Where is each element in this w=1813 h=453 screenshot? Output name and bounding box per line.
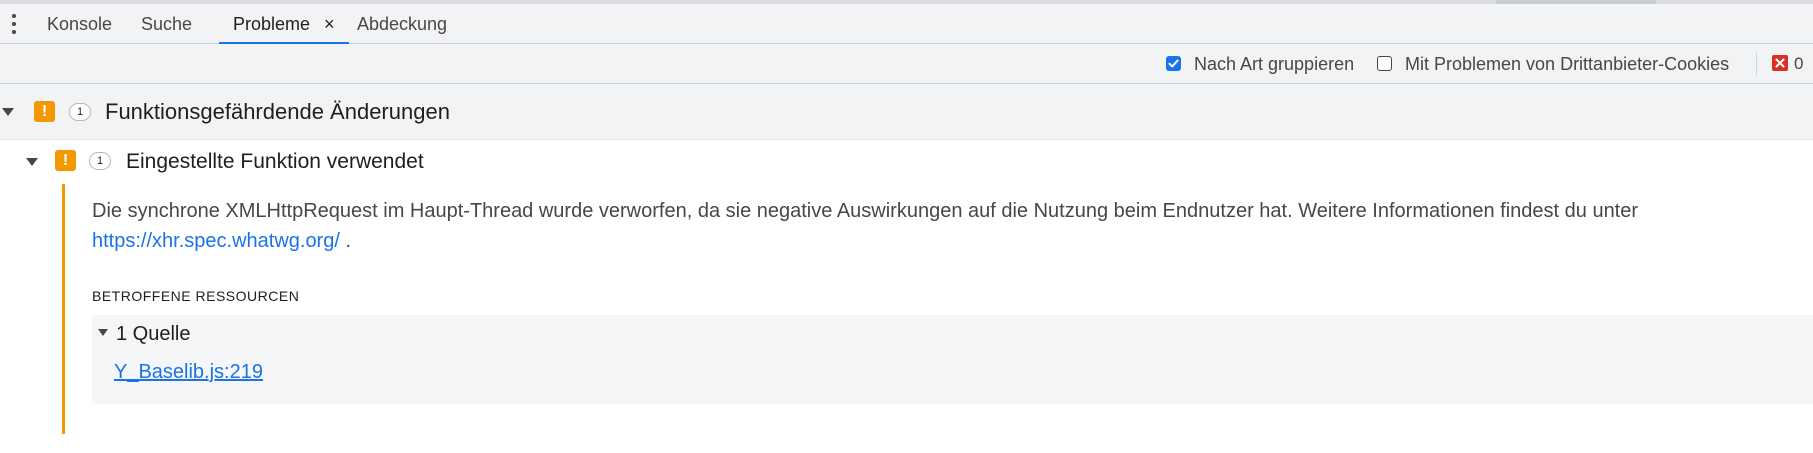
third-party-cookies-label[interactable]: Mit Problemen von Drittanbieter-Cookies bbox=[1405, 44, 1729, 84]
expand-triangle-icon[interactable] bbox=[98, 329, 108, 336]
drawer-tab-bar: Konsole Suche Probleme × Abdeckung bbox=[0, 4, 1813, 44]
close-icon[interactable]: × bbox=[324, 4, 335, 44]
expand-triangle-icon[interactable] bbox=[26, 158, 38, 166]
third-party-cookies-checkbox[interactable] bbox=[1377, 56, 1392, 71]
description-period: . bbox=[345, 230, 352, 252]
toolbar-divider bbox=[1756, 53, 1757, 75]
issue-category-header[interactable]: ! 1 Funktionsgefährdende Änderungen bbox=[0, 84, 1813, 140]
category-count-badge: 1 bbox=[69, 103, 91, 121]
issue-count-badge: 1 bbox=[89, 152, 111, 170]
tab-probleme[interactable]: Probleme × bbox=[219, 4, 349, 44]
tab-probleme-label: Probleme bbox=[233, 14, 311, 34]
category-title: Funktionsgefährdende Änderungen bbox=[105, 99, 450, 124]
issue-severity-bar bbox=[62, 184, 65, 434]
more-options-icon[interactable] bbox=[12, 12, 18, 36]
sources-toggle[interactable]: 1 Quelle bbox=[116, 315, 191, 353]
tab-suche[interactable]: Suche bbox=[141, 4, 192, 44]
affected-resources-panel: 1 Quelle Y_Baselib.js:219 bbox=[92, 315, 1813, 404]
tab-abdeckung[interactable]: Abdeckung bbox=[357, 4, 447, 44]
group-by-kind-label[interactable]: Nach Art gruppieren bbox=[1194, 44, 1354, 84]
tab-konsole[interactable]: Konsole bbox=[47, 4, 112, 44]
error-icon bbox=[1772, 55, 1788, 71]
issue-title: Eingestellte Funktion verwendet bbox=[126, 150, 424, 173]
issue-description-text: Die synchrone XMLHttpRequest im Haupt-Th… bbox=[92, 200, 1639, 222]
error-count: 0 bbox=[1794, 54, 1804, 73]
issues-toolbar: Nach Art gruppieren Mit Problemen von Dr… bbox=[0, 44, 1813, 84]
expand-triangle-icon[interactable] bbox=[2, 108, 14, 116]
spec-link[interactable]: https://xhr.spec.whatwg.org/ bbox=[92, 230, 340, 252]
source-file-link[interactable]: Y_Baselib.js:219 bbox=[114, 361, 263, 384]
warning-icon: ! bbox=[34, 101, 55, 122]
group-by-kind-checkbox[interactable] bbox=[1166, 56, 1181, 71]
warning-icon: ! bbox=[55, 150, 76, 171]
affected-resources-heading: BETROFFENE RESSOURCEN bbox=[92, 288, 300, 304]
issue-description: Die synchrone XMLHttpRequest im Haupt-Th… bbox=[92, 196, 1812, 256]
issue-header[interactable]: ! 1 Eingestellte Funktion verwendet bbox=[0, 140, 1813, 184]
